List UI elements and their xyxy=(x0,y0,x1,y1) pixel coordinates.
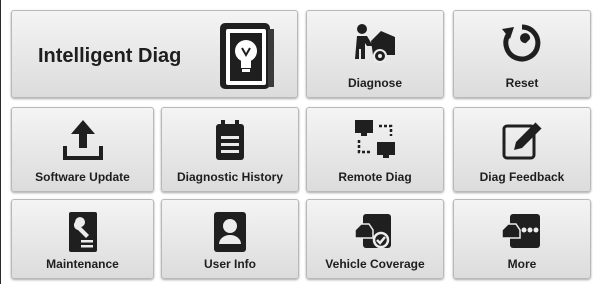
reset-button[interactable]: Reset xyxy=(453,10,591,98)
maintenance-label: Maintenance xyxy=(46,257,119,271)
diag-feedback-label: Diag Feedback xyxy=(479,170,565,184)
user-card-icon xyxy=(214,212,246,252)
more-label: More xyxy=(507,257,537,271)
intelligent-diag-label: Intelligent Diag xyxy=(38,45,182,67)
user-info-button[interactable]: User Info xyxy=(161,199,299,279)
remote-diag-label: Remote Diag xyxy=(338,170,412,184)
diagnose-label: Diagnose xyxy=(347,76,402,90)
user-info-label: User Info xyxy=(203,257,256,271)
reset-label: Reset xyxy=(505,76,539,90)
wrench-document-icon xyxy=(68,212,97,252)
function-menu-screen: Intelligent Diag Diagnose Reset Software… xyxy=(0,0,593,284)
vehicle-coverage-button[interactable]: Vehicle Coverage xyxy=(306,199,444,279)
reset-wrench-icon xyxy=(502,24,541,62)
lightbulb-book-icon xyxy=(220,23,274,89)
mechanic-car-icon xyxy=(355,24,395,63)
diag-feedback-button[interactable]: Diag Feedback xyxy=(453,107,591,192)
diagnostic-history-button[interactable]: Diagnostic History xyxy=(161,107,299,192)
pencil-feedback-icon xyxy=(502,121,543,160)
clipboard-icon xyxy=(216,120,244,160)
remote-diag-button[interactable]: Remote Diag xyxy=(306,107,444,192)
upload-icon xyxy=(62,120,103,160)
car-more-icon xyxy=(501,214,540,248)
car-check-icon xyxy=(354,214,391,249)
software-update-button[interactable]: Software Update xyxy=(11,107,154,192)
diagnose-button[interactable]: Diagnose xyxy=(306,10,444,98)
software-update-label: Software Update xyxy=(35,170,130,184)
remote-screens-icon xyxy=(355,120,395,158)
diagnostic-history-label: Diagnostic History xyxy=(176,170,284,184)
more-button[interactable]: More xyxy=(453,199,591,279)
vehicle-coverage-label: Vehicle Coverage xyxy=(325,257,425,271)
intelligent-diag-button[interactable]: Intelligent Diag xyxy=(11,10,298,98)
maintenance-button[interactable]: Maintenance xyxy=(11,199,154,279)
